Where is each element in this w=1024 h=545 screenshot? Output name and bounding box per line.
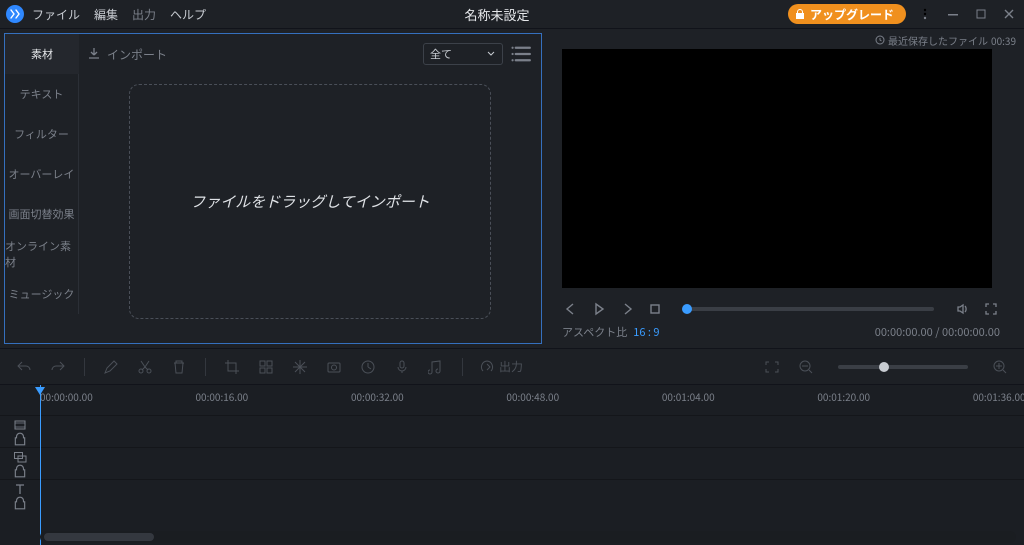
chevron-down-icon <box>486 49 496 59</box>
ruler-tick: 00:00:48.00 <box>506 389 559 404</box>
video-track-head[interactable] <box>0 416 40 447</box>
pip-track-icon <box>13 450 27 464</box>
text-track-icon <box>13 482 27 496</box>
edit-button[interactable] <box>101 357 121 377</box>
menu-file[interactable]: ファイル <box>32 6 80 23</box>
timeline-toolbar: 出力 <box>0 348 1024 384</box>
crop-button[interactable] <box>222 357 242 377</box>
prev-frame-button[interactable] <box>562 300 580 318</box>
ruler-tick: 00:01:20.00 <box>817 389 870 404</box>
text-track[interactable] <box>0 479 1024 511</box>
ruler-tick: 00:01:04.00 <box>662 389 715 404</box>
pip-track-head[interactable] <box>0 448 40 479</box>
titlebar: ファイル 編集 出力 ヘルプ 名称未設定 アップグレード <box>0 0 1024 28</box>
import-icon <box>87 47 101 61</box>
export-icon <box>479 359 495 375</box>
snapshot-button[interactable] <box>324 357 344 377</box>
voiceover-button[interactable] <box>392 357 412 377</box>
side-tab-online[interactable]: オンライン素材 <box>5 234 79 274</box>
playback-time: 00:00:00.00 / 00:00:00.00 <box>875 324 1000 340</box>
progress-handle[interactable] <box>682 304 692 314</box>
ruler-tick: 00:00:16.00 <box>195 389 248 404</box>
audio-detach-button[interactable] <box>426 357 446 377</box>
separator <box>462 358 463 376</box>
list-view-button[interactable] <box>511 43 533 65</box>
zoom-out-button[interactable] <box>796 357 816 377</box>
import-label: インポート <box>107 46 167 63</box>
media-filter-select[interactable]: 全て <box>423 43 503 65</box>
side-tab-media[interactable]: 素材 <box>5 34 79 74</box>
import-button[interactable]: インポート <box>87 46 167 63</box>
drop-hint-text: ファイルをドラッグしてインポート <box>190 191 430 212</box>
stop-button[interactable] <box>646 300 664 318</box>
upgrade-label: アップグレード <box>810 6 894 23</box>
app-logo-icon <box>6 5 24 23</box>
preview-panel: 最近保存したファイル 00:39 アスペクト比 16 : 9 00:00:00.… <box>548 29 1024 348</box>
ruler-tick: 00:00:32.00 <box>351 389 404 404</box>
export-label: 出力 <box>499 358 523 375</box>
fullscreen-button[interactable] <box>982 300 1000 318</box>
aspect-value[interactable]: 16 : 9 <box>633 324 659 340</box>
side-tab-transition[interactable]: 画面切替効果 <box>5 194 79 234</box>
menu-export: 出力 <box>132 6 156 23</box>
clock-icon <box>875 35 885 45</box>
text-track-head[interactable] <box>0 480 40 511</box>
split-button[interactable] <box>135 357 155 377</box>
video-track[interactable] <box>0 415 1024 447</box>
maximize-button[interactable] <box>972 5 990 23</box>
side-tab-list: 素材 テキスト フィルター オーバーレイ 画面切替効果 オンライン素材 ミュージ… <box>5 34 79 343</box>
next-frame-button[interactable] <box>618 300 636 318</box>
upgrade-button[interactable]: アップグレード <box>788 4 906 24</box>
menu-list: ファイル 編集 出力 ヘルプ <box>32 6 206 23</box>
delete-button[interactable] <box>169 357 189 377</box>
zoom-slider[interactable] <box>838 365 968 369</box>
lock-icon <box>13 496 27 510</box>
more-options-button[interactable] <box>916 5 934 23</box>
side-tab-filter[interactable]: フィルター <box>5 114 79 154</box>
export-button[interactable]: 出力 <box>479 358 523 375</box>
recent-save-label: 最近保存したファイル <box>888 33 988 48</box>
recent-save-status: 最近保存したファイル 00:39 <box>550 33 1016 47</box>
lock-icon <box>13 464 27 478</box>
lock-icon <box>794 8 806 20</box>
video-preview[interactable] <box>562 49 992 288</box>
close-button[interactable] <box>1000 5 1018 23</box>
playback-progress[interactable] <box>684 307 934 311</box>
media-panel: 素材 テキスト フィルター オーバーレイ 画面切替効果 オンライン素材 ミュージ… <box>4 33 542 344</box>
list-icon <box>511 43 533 65</box>
video-track-icon <box>13 418 27 432</box>
zoom-fit-button[interactable] <box>762 357 782 377</box>
redo-button[interactable] <box>48 357 68 377</box>
timeline-scrollbar[interactable] <box>40 531 1016 543</box>
side-tab-text[interactable]: テキスト <box>5 74 79 114</box>
side-tab-music[interactable]: ミュージック <box>5 274 79 314</box>
media-drop-area[interactable]: ファイルをドラッグしてインポート <box>129 84 491 319</box>
media-filter-value: 全て <box>430 46 452 62</box>
timeline-ruler[interactable]: 00:00:00.00 00:00:16.00 00:00:32.00 00:00:4… <box>40 385 1024 415</box>
playhead[interactable] <box>40 385 41 545</box>
recent-save-time: 00:39 <box>991 33 1016 48</box>
mosaic-button[interactable] <box>256 357 276 377</box>
timeline: 00:00:00.00 00:00:16.00 00:00:32.00 00:00:4… <box>0 384 1024 545</box>
pip-track[interactable] <box>0 447 1024 479</box>
separator <box>205 358 206 376</box>
window-title: 名称未設定 <box>206 5 788 24</box>
lock-icon <box>13 432 27 446</box>
speed-button[interactable] <box>358 357 378 377</box>
menu-help[interactable]: ヘルプ <box>170 6 206 23</box>
freeze-frame-button[interactable] <box>290 357 310 377</box>
menu-edit[interactable]: 編集 <box>94 6 118 23</box>
separator <box>84 358 85 376</box>
aspect-label: アスペクト比 <box>562 324 627 340</box>
ruler-tick: 00:00:00.00 <box>40 389 93 404</box>
scrollbar-thumb[interactable] <box>44 533 154 541</box>
volume-button[interactable] <box>954 300 972 318</box>
minimize-button[interactable] <box>944 5 962 23</box>
undo-button[interactable] <box>14 357 34 377</box>
play-button[interactable] <box>590 300 608 318</box>
zoom-handle[interactable] <box>879 362 889 372</box>
zoom-in-button[interactable] <box>990 357 1010 377</box>
side-tab-overlay[interactable]: オーバーレイ <box>5 154 79 194</box>
ruler-tick: 00:01:36.00 <box>973 389 1024 404</box>
